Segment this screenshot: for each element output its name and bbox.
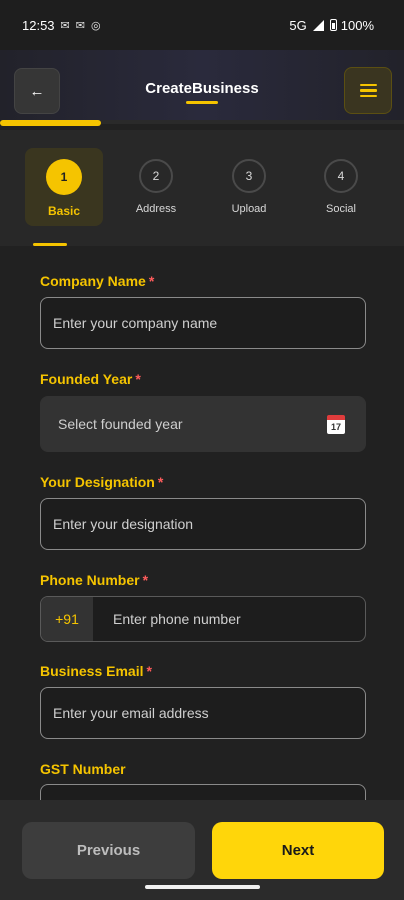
company-name-label: Company Name * — [40, 273, 155, 289]
gmail-icon: ✉ — [75, 19, 85, 32]
step-upload[interactable]: 3 Upload — [210, 148, 288, 226]
phone-label: Phone Number * — [40, 572, 149, 588]
battery-icon — [329, 19, 337, 31]
app-header: ← CreateBusiness — [0, 50, 404, 124]
home-indicator[interactable] — [145, 885, 260, 889]
hamburger-icon — [359, 83, 377, 87]
designation-label: Your Designation * — [40, 474, 164, 490]
status-time: 12:53 — [22, 17, 55, 33]
step-social[interactable]: 4 Social — [302, 148, 380, 226]
phone-placeholder: Enter phone number — [113, 611, 241, 627]
phone-input[interactable]: +91 Enter phone number — [40, 596, 366, 642]
step-label: Social — [326, 203, 356, 215]
step-number: 1 — [46, 159, 82, 195]
gst-label: GST Number — [40, 761, 126, 777]
basic-info-form: Company Name * Enter your company name Fo… — [0, 246, 404, 836]
step-number: 3 — [232, 159, 266, 193]
signal-icon — [312, 19, 324, 31]
email-label: Business Email * — [40, 663, 152, 679]
country-code-prefix[interactable]: +91 — [41, 597, 93, 641]
step-number: 2 — [139, 159, 173, 193]
email-input[interactable]: Enter your email address — [40, 687, 366, 739]
next-button[interactable]: Next — [212, 822, 384, 879]
company-name-input[interactable]: Enter your company name — [40, 297, 366, 349]
step-indicator: 1 Basic 2 Address 3 Upload 4 Social — [0, 130, 404, 246]
designation-input[interactable]: Enter your designation — [40, 498, 366, 550]
company-name-placeholder: Enter your company name — [53, 315, 218, 331]
step-label: Address — [135, 203, 177, 215]
calendar-icon[interactable]: 17 — [327, 415, 345, 434]
create-business-screen: 12:53 ✉ ✉ ◎ 5G 100% ← CreateBusiness 1 B… — [0, 0, 404, 900]
founded-year-select[interactable]: Select founded year 17 — [40, 396, 366, 452]
email-placeholder: Enter your email address — [53, 705, 209, 721]
notification-icon: ◎ — [90, 19, 101, 32]
network-label: 5G — [289, 17, 307, 33]
status-bar: 12:53 ✉ ✉ ◎ 5G 100% — [0, 0, 404, 50]
gmail-icon: ✉ — [60, 19, 70, 32]
title-underline — [186, 101, 218, 104]
battery-level: 100% — [340, 17, 374, 33]
step-number: 4 — [324, 159, 358, 193]
step-label: Basic — [47, 204, 81, 218]
step-address[interactable]: 2 Address — [117, 148, 195, 226]
menu-button[interactable] — [344, 67, 392, 114]
founded-year-label: Founded Year * — [40, 371, 141, 387]
designation-placeholder: Enter your designation — [53, 516, 194, 532]
previous-button[interactable]: Previous — [22, 822, 195, 879]
progress-bar — [0, 120, 101, 126]
step-label: Upload — [231, 203, 267, 215]
founded-year-placeholder: Select founded year — [58, 416, 183, 432]
step-basic[interactable]: 1 Basic — [25, 148, 103, 226]
